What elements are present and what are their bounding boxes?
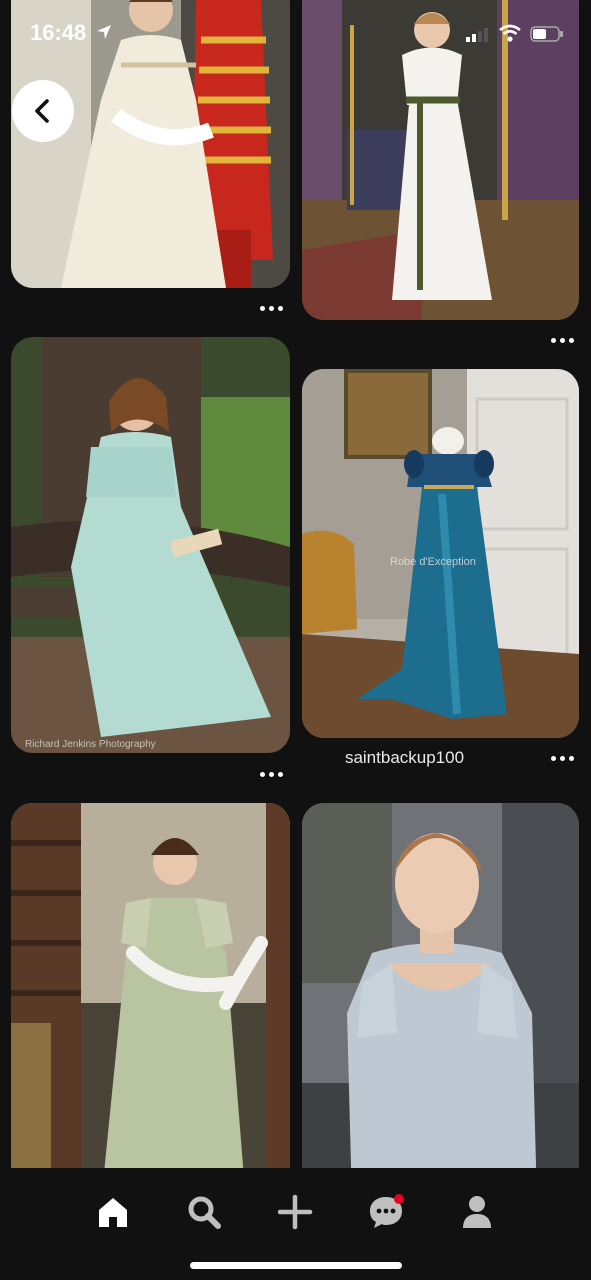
nav-search-button[interactable] (174, 1182, 234, 1242)
more-options-icon[interactable] (551, 754, 575, 762)
pin-image: Richard Jenkins Photography (11, 337, 290, 753)
more-options-icon[interactable] (551, 336, 575, 344)
pin-card[interactable] (11, 803, 290, 1203)
more-options-icon[interactable] (260, 304, 284, 312)
pin-watermark: Robe d'Exception (390, 556, 476, 568)
chevron-left-icon (35, 99, 49, 123)
pin-image (302, 803, 579, 1203)
more-options-icon[interactable] (260, 770, 284, 778)
home-icon (99, 1198, 127, 1227)
status-time: 16:48 (30, 20, 87, 45)
home-indicator (190, 1262, 402, 1269)
nav-messages-button[interactable] (356, 1182, 416, 1242)
pin-card[interactable]: Richard Jenkins Photography (11, 337, 290, 753)
pin-card[interactable]: Robe d'Exception (302, 369, 579, 738)
search-icon (188, 1196, 221, 1229)
battery-icon (530, 26, 563, 42)
wifi-icon (499, 24, 521, 42)
pin-caption[interactable]: saintbackup100 (302, 748, 507, 768)
location-arrow-icon (97, 25, 111, 39)
cellular-signal-icon (466, 28, 488, 42)
nav-home-button[interactable] (83, 1182, 143, 1242)
pin-image (11, 803, 290, 1203)
back-button[interactable] (12, 80, 74, 142)
nav-profile-button[interactable] (447, 1182, 507, 1242)
status-bar: 16:48 (0, 0, 591, 70)
pin-card[interactable] (302, 803, 579, 1203)
notification-dot (394, 1194, 404, 1204)
nav-create-button[interactable] (265, 1182, 325, 1242)
plus-icon (277, 1194, 313, 1230)
pin-image: Robe d'Exception (302, 369, 579, 738)
pin-watermark: Richard Jenkins Photography (25, 739, 156, 750)
profile-icon (463, 1196, 491, 1228)
